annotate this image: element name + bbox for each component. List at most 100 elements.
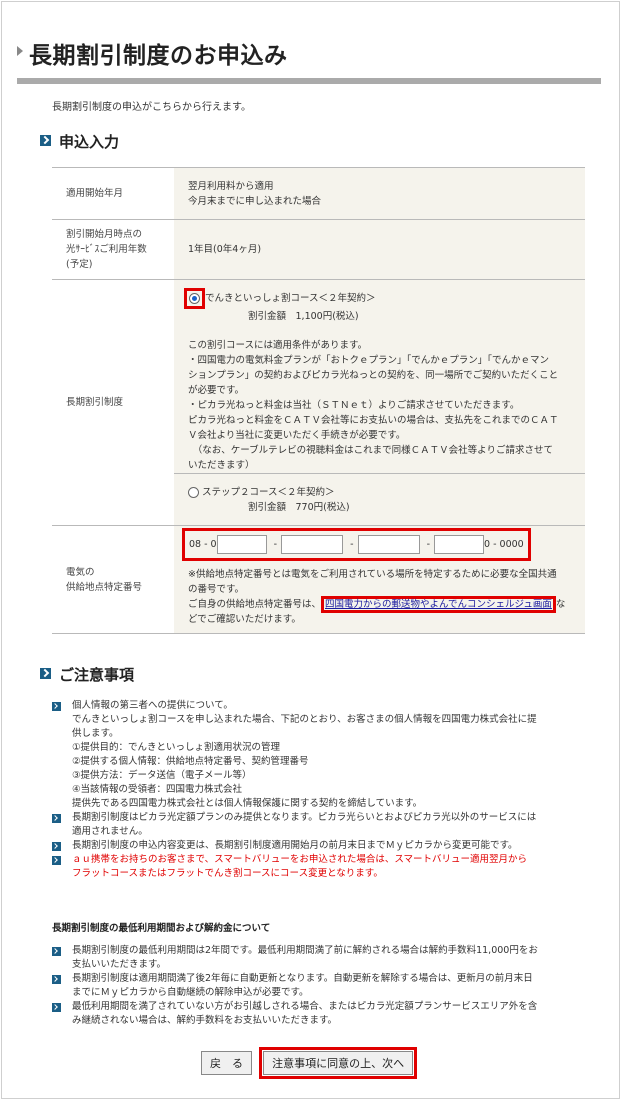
section-heading-input: 申込入力 [40,131,119,152]
row-supply-point: 電気の 供給地点特定番号 08 - 0 - - - 0 - 0000 ※供給地点特… [52,525,585,634]
note-line: 長期割引制度の最低利用期間は2年間です。最低利用期間満了前に解約される場合は解約… [72,945,538,956]
plan-option1[interactable]: でんきといっしょ割コース＜２年契約＞ [184,288,571,309]
note-line: フラットコースまたはフラットでんき割コースにコース変更となります。 [72,868,383,879]
option2-label: ステップ２コース＜２年契約＞ [202,486,335,498]
supply-number-field-4[interactable] [434,535,485,554]
bullet-arrow-icon [52,975,61,984]
condition-line: ・ピカラ光ねっと料金は当社（ＳＴＮｅｔ）よりご請求させていただきます。 [188,400,520,411]
section-title: 申込入力 [59,133,120,151]
condition-line: （なお、ケーブルテレビの視聴料金はこれまで同様ＣＡＴＶ会社等よりご請求させて [188,445,554,456]
bullet-arrow-icon [52,856,61,865]
years-label-line3: (予定) [66,259,93,270]
supply-note-line3: ご自身の供給地点特定番号は、 [188,599,322,610]
note-line: でんきといっしょ割コースを申し込まれた場合、下記のとおり、お客さまの個人情報を四… [72,714,537,725]
row-start-month: 適用開始年月 翌月利用料から適用 今月末までに申し込まれた場合 [52,167,585,220]
bullet-arrow-icon [52,1003,61,1012]
supply-info-link[interactable]: 四国電力からの郵送物やよんでんコンシェルジュ画面 [325,599,552,610]
notes-list: 個人情報の第三者への提供について。 でんきといっしょ割コースを申し込まれた場合、… [52,699,592,881]
supply-note-tail: な [555,599,566,610]
option2-radio[interactable] [188,486,199,498]
separator: - [426,539,431,550]
usage-years-value: 1年目(0年4ヶ月) [174,219,585,280]
application-form-table: 適用開始年月 翌月利用料から適用 今月末までに申し込まれた場合 割引開始月時点の… [52,167,585,634]
note-item: 長期割引制度の申込内容変更は、長期割引制度適用開始月の前月末日までＭｙピカラから… [52,839,592,853]
title-arrow-icon [17,46,23,56]
note-line: ②提供する個人情報：供給地点特定番号、契約管理番号 [72,756,309,767]
bullet-arrow-icon [52,702,61,711]
years-label-line1: 割引開始月時点の [66,229,143,240]
supply-number-field-2[interactable] [281,535,344,554]
bullet-arrow-icon [52,814,61,823]
supply-note-line1: ※供給地点特定番号とは電気をご利用されている場所を特定するために必要な全国共通 [188,569,557,580]
plan-option2-cell: ステップ２コース＜２年契約＞ 割引金額 770円(税込) [174,473,585,526]
note-line: 提供先である四国電力株式会社とは個人情報保護に関する契約を締結しています。 [72,798,423,809]
note-line: 適用されません。 [72,826,148,837]
option1-label: でんきといっしょ割コース＜２年契約＞ [205,293,376,304]
condition-line: ションプラン」の契約およびピカラ光ねっとの契約を、同一場所でご契約いただくこと [188,370,559,381]
condition-line: ・四国電力の電気料金プランが「おトクｅプラン」「でんかｅプラン」「でんかｅマン [188,355,550,366]
min-period-item: 長期割引制度は適用期間満了後2年毎に自動更新となります。自動更新を解除する場合は… [52,972,592,1000]
supply-number-field-1[interactable] [216,535,267,554]
note-line: ④当該情報の受領者：四国電力株式会社 [72,784,243,795]
min-period-item: 最低利用期間を満了されていない方がお引越しされる場合、またはピカラ光定額プランサ… [52,1000,592,1028]
condition-line: ピカラ光ねっと料金をＣＡＴＶ会社等にお支払いの場合は、支払先をこれまでのＣＡＴ [188,415,559,426]
bullet-arrow-icon [52,947,61,956]
supply-point-value: 08 - 0 - - - 0 - 0000 ※供給地点特定番号とは電気をご利用され… [174,525,585,634]
button-bar: 戻 る 注意事項に同意の上、次へ [201,1047,418,1079]
condition-line: いただきます） [188,460,255,471]
condition-line: が必要です。 [188,385,245,396]
supply-suffix: 0 - 0000 [484,539,524,550]
supply-link-highlight: 四国電力からの郵送物やよんでんコンシェルジュ画面 [321,596,556,613]
note-line: ①提供目的：でんきといっしょ割適用状況の管理 [72,742,281,753]
separator: - [350,539,354,550]
min-period-item: 長期割引制度の最低利用期間は2年間です。最低利用期間満了前に解約される場合は解約… [52,944,592,972]
note-line: 支払いいただきます。 [72,959,167,970]
note-item: 個人情報の第三者への提供について。 でんきといっしょ割コースを申し込まれた場合、… [52,699,592,811]
supply-label-line1: 電気の [66,566,95,578]
note-line: 長期割引制度の申込内容変更は、長期割引制度適用開始月の前月末日までＭｙピカラから… [72,840,518,851]
title-divider [17,78,601,84]
plan-option2[interactable]: ステップ２コース＜２年契約＞ [188,485,571,500]
conditions-block: この割引コースには適用条件があります。 ・四国電力の電気料金プランが「おトクｅプ… [188,338,571,473]
section-title: ご注意事項 [59,666,135,684]
supply-note-line2: の番号です。 [188,584,245,595]
supply-point-label: 電気の 供給地点特定番号 [52,525,174,634]
note-line: ③提供方法：データ送信（電子メール等） [72,770,252,781]
row-plan: 長期割引制度 でんきといっしょ割コース＜２年契約＞ 割引金額 1,100円(税込… [52,279,585,526]
agree-next-button[interactable]: 注意事項に同意の上、次へ [263,1051,414,1075]
note-line: 供します。 [72,728,119,739]
note-line: 個人情報の第三者への提供について。 [72,700,233,711]
note-line: までにＭｙピカラから自動継続の解除申込が必要です。 [72,987,309,998]
start-month-label: 適用開始年月 [52,167,174,220]
supply-number-field-3[interactable] [357,535,420,554]
min-period-list: 長期割引制度の最低利用期間は2年間です。最低利用期間満了前に解約される場合は解約… [52,944,592,1028]
note-line: ａｕ携帯をお持ちのお客さまで、スマートバリューをお申込された場合は、スマートバリ… [72,854,528,865]
option2-amount: 割引金額 770円(税込) [248,501,350,513]
option1-radio[interactable] [189,293,200,304]
row-usage-years: 割引開始月時点の 光ｻｰﾋﾞｽご利用年数 (予定) 1年目(0年4ヶ月) [52,219,585,280]
supply-note-link-line: ご自身の供給地点特定番号は、 四国電力からの郵送物やよんでんコンシェルジュ画面な [188,596,571,613]
note-line: 長期割引制度はピカラ光定額プランのみ提供となります。ピカラ光らいとおよびピカラ光… [72,812,537,823]
plan-label: 長期割引制度 [52,279,174,526]
start-month-value: 翌月利用料から適用 今月末までに申し込まれた場合 [174,167,585,220]
supply-prefix: 08 - 0 [189,539,217,550]
plan-option1-cell: でんきといっしょ割コース＜２年契約＞ 割引金額 1,100円(税込) この割引コ… [174,279,585,474]
next-button-highlight: 注意事項に同意の上、次へ [259,1047,418,1079]
page-title: 長期割引制度のお申込み [29,43,288,69]
supply-label-line2: 供給地点特定番号 [66,581,143,593]
separator: - [273,539,278,550]
note-line: 最低利用期間を満了されていない方がお引越しされる場合、またはピカラ光定額プランサ… [72,1001,538,1012]
back-button[interactable]: 戻 る [201,1051,252,1075]
condition-line: この割引コースには適用条件があります。 [188,340,368,351]
option1-amount: 割引金額 1,100円(税込) [248,311,359,322]
section-heading-notes: ご注意事項 [40,664,134,685]
start-value-line2: 今月末までに申し込まれた場合 [188,195,322,207]
usage-years-label: 割引開始月時点の 光ｻｰﾋﾞｽご利用年数 (予定) [52,219,174,280]
note-line: 長期割引制度は適用期間満了後2年毎に自動更新となります。自動更新を解除する場合は… [72,973,533,984]
section-arrow-icon [40,135,51,146]
note-line: み継続されない場合は、解約手数料をお支払いいただきます。 [72,1015,338,1026]
section-arrow-icon [40,668,51,679]
supply-note-line5: どでご確認いただけます。 [188,614,301,625]
bullet-arrow-icon [52,842,61,851]
supply-number-inputs: 08 - 0 - - - 0 - 0000 [182,528,531,561]
